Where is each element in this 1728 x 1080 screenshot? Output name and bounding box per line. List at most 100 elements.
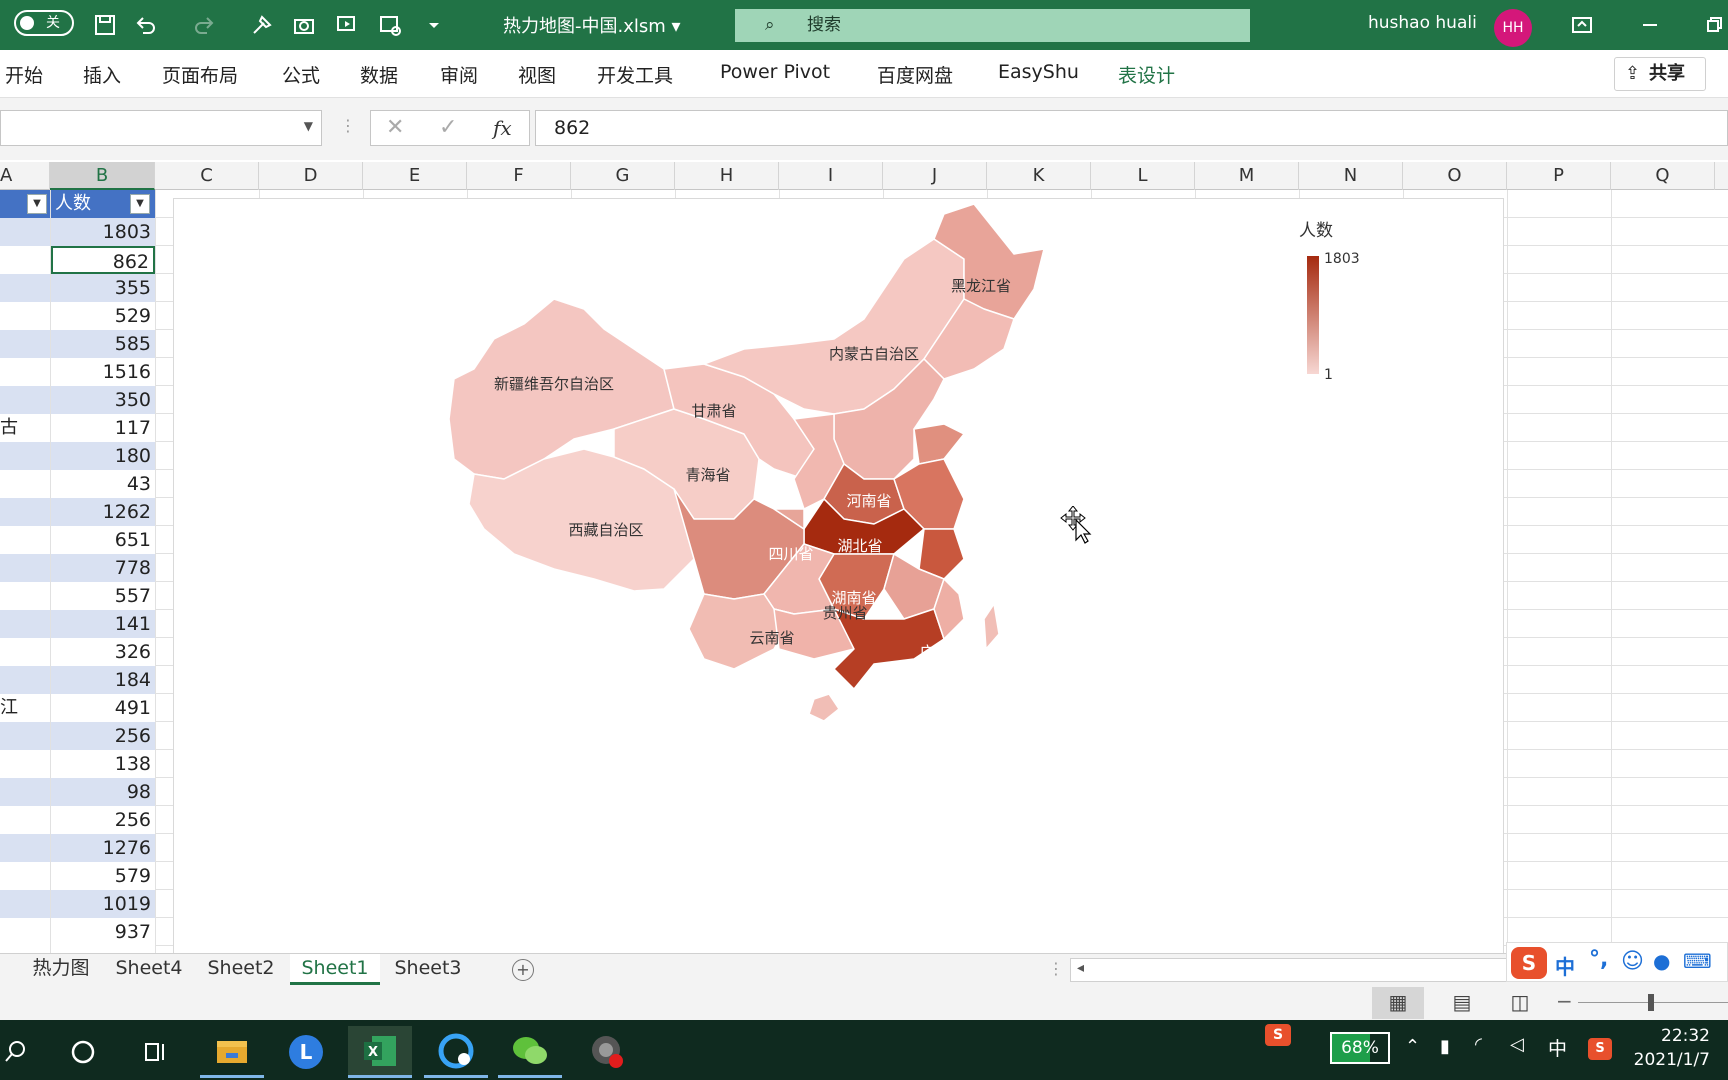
- sogou-tray-icon-2[interactable]: S: [1588, 1038, 1612, 1060]
- table-cell-a[interactable]: [0, 750, 50, 778]
- table-cell-a[interactable]: [0, 358, 50, 386]
- avatar[interactable]: HH: [1494, 9, 1532, 47]
- excel-icon[interactable]: X: [348, 1026, 412, 1078]
- table-cell-b[interactable]: 1262: [51, 498, 155, 526]
- worksheet-grid[interactable]: ▼ 人数 ▼ 1803 862 355 529 585 1516 350 古 117 180 43 12…: [0, 190, 1728, 953]
- region-taiwan[interactable]: [983, 603, 1000, 650]
- table-cell-a[interactable]: [0, 806, 50, 834]
- table-cell-b[interactable]: 1803: [51, 218, 155, 246]
- tab-page-layout[interactable]: 页面布局: [162, 61, 238, 88]
- col-header-q[interactable]: Q: [1611, 162, 1715, 190]
- zoom-slider[interactable]: [1578, 994, 1728, 1011]
- sheet-tab-sheet3[interactable]: Sheet3: [384, 954, 472, 985]
- col-header-o[interactable]: O: [1403, 162, 1507, 190]
- table-header-b[interactable]: 人数 ▼: [51, 190, 155, 218]
- table-cell-a[interactable]: [0, 246, 50, 274]
- lark-icon[interactable]: L: [274, 1026, 338, 1078]
- col-header-i[interactable]: I: [779, 162, 883, 190]
- search-icon[interactable]: [0, 1026, 48, 1078]
- table-cell-a[interactable]: [0, 470, 50, 498]
- table-cell-b[interactable]: 98: [51, 778, 155, 806]
- table-cell-a[interactable]: [0, 386, 50, 414]
- tab-home[interactable]: 开始: [5, 61, 43, 88]
- scroll-left-icon[interactable]: ◂: [1077, 960, 1084, 976]
- filter-dropdown-icon[interactable]: ▼: [27, 194, 47, 214]
- page-break-view-icon[interactable]: ◫: [1504, 987, 1536, 1019]
- add-sheet-icon[interactable]: +: [512, 959, 534, 981]
- format-painter-icon[interactable]: [248, 11, 276, 39]
- tab-table-design[interactable]: 表设计: [1118, 61, 1175, 88]
- table-cell-b[interactable]: 141: [51, 610, 155, 638]
- restore-icon[interactable]: [1700, 11, 1728, 39]
- table-cell-a[interactable]: [0, 526, 50, 554]
- col-header-e[interactable]: E: [363, 162, 467, 190]
- table-cell-a[interactable]: [0, 918, 50, 946]
- cortana-icon[interactable]: [51, 1026, 115, 1078]
- ribbon-display-icon[interactable]: [1568, 11, 1596, 39]
- col-header-k[interactable]: K: [987, 162, 1091, 190]
- search-box[interactable]: ⌕ 搜索: [735, 9, 1250, 42]
- share-button[interactable]: ⇪ 共享: [1614, 57, 1706, 91]
- zoom-out-icon[interactable]: −: [1556, 989, 1573, 1013]
- network-icon[interactable]: ◜: [1475, 1034, 1482, 1055]
- sheet-tab-sheet2[interactable]: Sheet2: [196, 954, 286, 985]
- tab-data[interactable]: 数据: [360, 61, 398, 88]
- col-header-j[interactable]: J: [883, 162, 987, 190]
- page-layout-view-icon[interactable]: ▤: [1446, 987, 1478, 1019]
- tab-review[interactable]: 审阅: [440, 61, 478, 88]
- tab-formulas[interactable]: 公式: [282, 61, 320, 88]
- sheet-tab-sheet1[interactable]: Sheet1: [290, 954, 380, 985]
- battery-indicator[interactable]: 68%: [1330, 1032, 1390, 1064]
- sogou-tray-icon[interactable]: S: [1265, 1024, 1291, 1046]
- region-hainan[interactable]: [808, 693, 840, 722]
- table-cell-a[interactable]: [0, 610, 50, 638]
- emoji-icon[interactable]: ☺: [1621, 949, 1644, 974]
- task-view-icon[interactable]: [124, 1026, 188, 1078]
- table-cell-b[interactable]: 138: [51, 750, 155, 778]
- china-heat-map-chart[interactable]: 黑龙江省 内蒙古自治区 新疆维吾尔自治区 甘肃省 青海省 西藏自治区 河南省 湖…: [173, 198, 1504, 953]
- table-cell-b[interactable]: 529: [51, 302, 155, 330]
- table-cell-a[interactable]: [0, 302, 50, 330]
- table-cell-a[interactable]: [0, 862, 50, 890]
- autosave-toggle[interactable]: 关: [14, 10, 74, 36]
- table-cell-b[interactable]: 355: [51, 274, 155, 302]
- col-header-l[interactable]: L: [1091, 162, 1195, 190]
- table-cell-a[interactable]: [0, 722, 50, 750]
- table-cell-a[interactable]: [0, 498, 50, 526]
- table-cell-b[interactable]: 1276: [51, 834, 155, 862]
- name-box[interactable]: ▼: [0, 110, 322, 146]
- table-cell-b[interactable]: 1516: [51, 358, 155, 386]
- table-cell-b[interactable]: 491: [51, 694, 155, 722]
- more-icon[interactable]: ⋮: [340, 116, 356, 135]
- table-cell-b[interactable]: 1019: [51, 890, 155, 918]
- tab-easyshu[interactable]: EasyShu: [998, 61, 1079, 83]
- tab-baidu-netdisk[interactable]: 百度网盘: [877, 61, 953, 88]
- more-icon[interactable]: ⋮: [1048, 959, 1064, 978]
- table-cell-b[interactable]: 579: [51, 862, 155, 890]
- table-cell-b[interactable]: 256: [51, 806, 155, 834]
- table-cell-b[interactable]: 184: [51, 666, 155, 694]
- user-name[interactable]: hushao huali: [1368, 13, 1477, 33]
- col-header-p[interactable]: P: [1507, 162, 1611, 190]
- clock[interactable]: 22:32 2021/1/7: [1626, 1026, 1710, 1070]
- table-cell-a[interactable]: [0, 330, 50, 358]
- tab-developer[interactable]: 开发工具: [597, 61, 673, 88]
- undo-icon[interactable]: [132, 11, 160, 39]
- table-cell-b[interactable]: 585: [51, 330, 155, 358]
- tab-view[interactable]: 视图: [518, 61, 556, 88]
- keyboard-icon[interactable]: ⌨: [1683, 949, 1712, 973]
- col-header-m[interactable]: M: [1195, 162, 1299, 190]
- volume-icon[interactable]: ◁: [1510, 1034, 1524, 1055]
- filter-dropdown-icon[interactable]: ▼: [130, 194, 150, 214]
- slideshow-icon[interactable]: [333, 11, 361, 39]
- table-cell-a[interactable]: [0, 666, 50, 694]
- sheet-tab-sheet4[interactable]: Sheet4: [106, 954, 192, 985]
- table-cell-a[interactable]: [0, 442, 50, 470]
- table-cell-a[interactable]: [0, 582, 50, 610]
- tab-power-pivot[interactable]: Power Pivot: [720, 61, 830, 83]
- col-header-f[interactable]: F: [467, 162, 571, 190]
- show-hidden-icons[interactable]: ⌃: [1405, 1036, 1420, 1057]
- table-cell-b[interactable]: 117: [51, 414, 155, 442]
- table-cell-a[interactable]: [0, 778, 50, 806]
- ime-chinese-icon[interactable]: 中: [1555, 951, 1575, 980]
